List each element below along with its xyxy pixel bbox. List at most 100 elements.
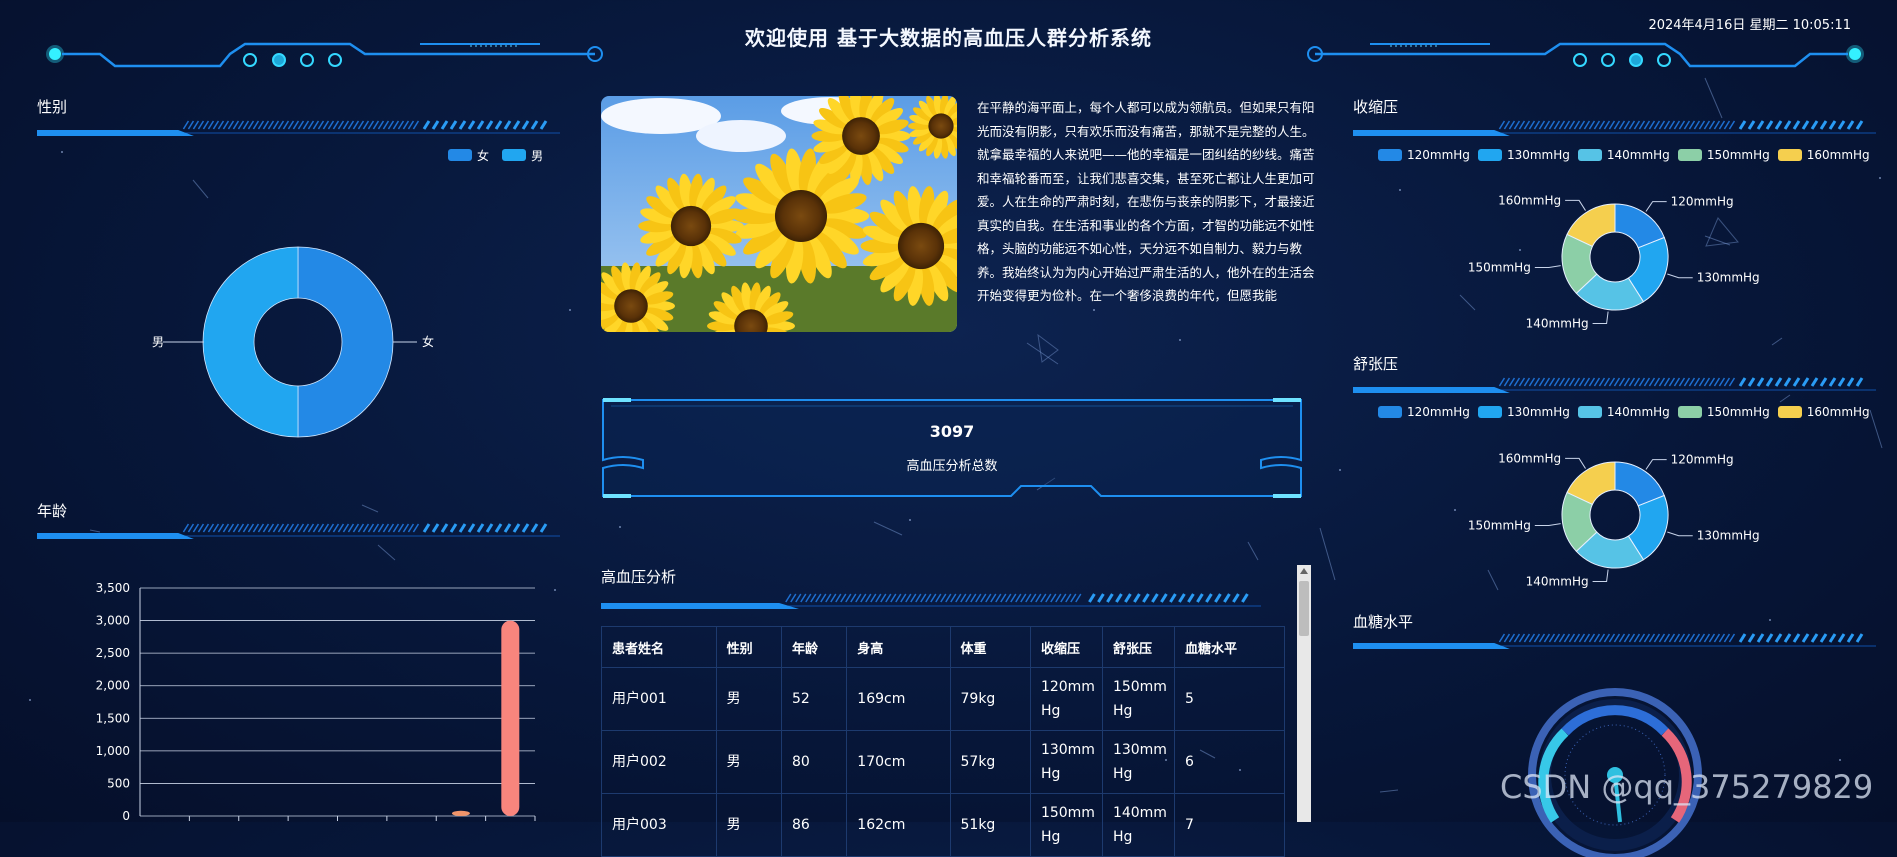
- sunflower-photo: [601, 96, 957, 332]
- bp-legend-item[interactable]: 160mmHg: [1777, 405, 1870, 419]
- section-title-bar: [1353, 377, 1876, 393]
- page-title: 欢迎使用 基于大数据的高血压人群分析系统: [745, 26, 1152, 50]
- table-row[interactable]: 用户002 男 80 170cm 57kg 130mmHg 130mmHg 6: [601, 730, 1286, 794]
- table-cell: 130mmHg: [1101, 730, 1175, 794]
- column-header[interactable]: 体重: [949, 626, 1031, 668]
- table-cell: 51kg: [949, 793, 1031, 857]
- gender-slice-male[interactable]: [202, 246, 299, 438]
- section-title-bar: [601, 593, 1261, 609]
- total-label: 高血压分析总数: [906, 459, 998, 474]
- y-tick-label: 500: [107, 776, 130, 790]
- watermark: CSDN @qq_375279829: [1500, 768, 1874, 806]
- analysis-table: 患者姓名 性别 年龄 身高 体重 收缩压 舒张压 血糖水平 用户001 男 52…: [601, 626, 1286, 857]
- column-header[interactable]: 身高: [846, 626, 951, 668]
- section-title-bar: [1353, 633, 1876, 649]
- y-tick-label: 0: [122, 809, 130, 823]
- scroll-up-arrow-icon[interactable]: [1300, 568, 1308, 574]
- bp-legend-item[interactable]: 140mmHg: [1577, 405, 1670, 419]
- y-tick-label: 2,000: [96, 679, 130, 693]
- bp-slice-label: 120mmHg: [1671, 453, 1734, 467]
- legend-swatch: [1777, 149, 1802, 161]
- table-cell: 120mmHg: [1029, 667, 1103, 731]
- gender-section-title: 性别: [37, 98, 68, 116]
- legend-label: 150mmHg: [1706, 148, 1770, 162]
- table-cell: 170cm: [846, 730, 951, 794]
- bp-legend-item[interactable]: 130mmHg: [1477, 148, 1570, 162]
- legend-swatch: [1677, 149, 1702, 161]
- section-title-bar: [1353, 120, 1876, 136]
- systolic-legend: 120mmHg 130mmHg 140mmHg 150mmHg 160mmHg: [1370, 146, 1870, 165]
- table-cell: 169cm: [846, 667, 951, 731]
- table-cell: 140mmHg: [1101, 793, 1175, 857]
- bp-slice-label: 120mmHg: [1671, 195, 1734, 209]
- table-scrollbar[interactable]: [1297, 565, 1311, 822]
- legend-swatch: [1777, 406, 1802, 418]
- table-cell: 79kg: [949, 667, 1031, 731]
- diastolic-section-title: 舒张压: [1353, 355, 1399, 373]
- legend-swatch: [1577, 149, 1602, 161]
- legend-item-female[interactable]: 女: [448, 147, 489, 164]
- column-header[interactable]: 舒张压: [1101, 626, 1175, 668]
- legend-label: 160mmHg: [1806, 148, 1870, 162]
- y-tick-label: 2,500: [96, 646, 130, 660]
- section-title-bar: [37, 120, 560, 136]
- total-frame: [602, 398, 1302, 498]
- bp-slice-label: 150mmHg: [1468, 518, 1531, 532]
- column-header[interactable]: 年龄: [780, 626, 848, 668]
- table-cell: 150mmHg: [1029, 793, 1103, 857]
- bp-legend-item[interactable]: 140mmHg: [1577, 148, 1670, 162]
- scroll-thumb[interactable]: [1299, 581, 1309, 636]
- section-title-bar: [37, 523, 560, 539]
- table-cell: 162cm: [846, 793, 951, 857]
- bp-slice-label: 140mmHg: [1526, 316, 1589, 330]
- table-cell: 7: [1173, 793, 1286, 857]
- gender-slice-female[interactable]: [297, 246, 394, 438]
- glucose-section-title: 血糖水平: [1353, 613, 1414, 631]
- table-row[interactable]: 用户001 男 52 169cm 79kg 120mmHg 150mmHg 5: [601, 667, 1286, 731]
- legend-label: 130mmHg: [1506, 405, 1570, 419]
- table-cell: 用户002: [601, 730, 717, 794]
- bp-slice-label: 140mmHg: [1526, 574, 1589, 588]
- y-tick-label: 3,500: [96, 581, 130, 595]
- bp-slice-label: 130mmHg: [1697, 529, 1760, 543]
- systolic-section-title: 收缩压: [1353, 98, 1399, 116]
- gender-legend: 女 男: [440, 146, 543, 165]
- table-header-row: 患者姓名 性别 年龄 身高 体重 收缩压 舒张压 血糖水平: [601, 626, 1286, 668]
- table-cell: 男: [715, 730, 782, 794]
- article-text: 在平静的海平面上，每个人都可以成为领航员。但如果只有阳光而没有阴影，只有欢乐而没…: [977, 100, 1315, 303]
- age-bar[interactable]: [501, 620, 520, 816]
- bp-slice-label: 130mmHg: [1697, 271, 1760, 285]
- bp-legend-item[interactable]: 150mmHg: [1677, 148, 1770, 162]
- table-cell: 男: [715, 793, 782, 857]
- column-header[interactable]: 收缩压: [1029, 626, 1103, 668]
- table-cell: 130mmHg: [1029, 730, 1103, 794]
- diastolic-legend: 120mmHg 130mmHg 140mmHg 150mmHg 160mmHg: [1370, 403, 1870, 422]
- table-cell: 6: [1173, 730, 1286, 794]
- analysis-section-title: 高血压分析: [601, 568, 677, 586]
- gender-label-male: 男: [152, 335, 164, 349]
- bp-legend-item[interactable]: 130mmHg: [1477, 405, 1570, 419]
- column-header[interactable]: 血糖水平: [1173, 626, 1286, 668]
- bp-legend-item[interactable]: 150mmHg: [1677, 405, 1770, 419]
- legend-label: 130mmHg: [1506, 148, 1570, 162]
- table-cell: 86: [780, 793, 848, 857]
- age-bar-chart: 3,500 3,000 2,500 2,000 1,500 1,000 500 0: [96, 581, 536, 823]
- column-header[interactable]: 患者姓名: [601, 626, 717, 668]
- table-row[interactable]: 用户003 男 86 162cm 51kg 150mmHg 140mmHg 7: [601, 793, 1286, 857]
- bp-legend-item[interactable]: 120mmHg: [1378, 405, 1470, 419]
- legend-swatch: [1677, 406, 1702, 418]
- diastolic-donut-chart: 120mmHg 130mmHg 140mmHg 150mmHg 160mmHg: [1468, 451, 1760, 588]
- bp-legend-item[interactable]: 160mmHg: [1777, 148, 1870, 162]
- age-bar[interactable]: [451, 810, 470, 816]
- table-cell: 5: [1173, 667, 1286, 731]
- datetime-display: 2024年4月16日 星期二 10:05:11: [1648, 18, 1851, 33]
- table-cell: 用户001: [601, 667, 717, 731]
- legend-item-male[interactable]: 男: [502, 147, 543, 164]
- table-cell: 用户003: [601, 793, 717, 857]
- legend-swatch: [1477, 149, 1502, 161]
- gender-label-female: 女: [422, 334, 434, 349]
- bp-legend-item[interactable]: 120mmHg: [1378, 148, 1470, 162]
- legend-swatch: [1577, 406, 1602, 418]
- legend-label: 140mmHg: [1606, 405, 1670, 419]
- column-header[interactable]: 性别: [715, 626, 782, 668]
